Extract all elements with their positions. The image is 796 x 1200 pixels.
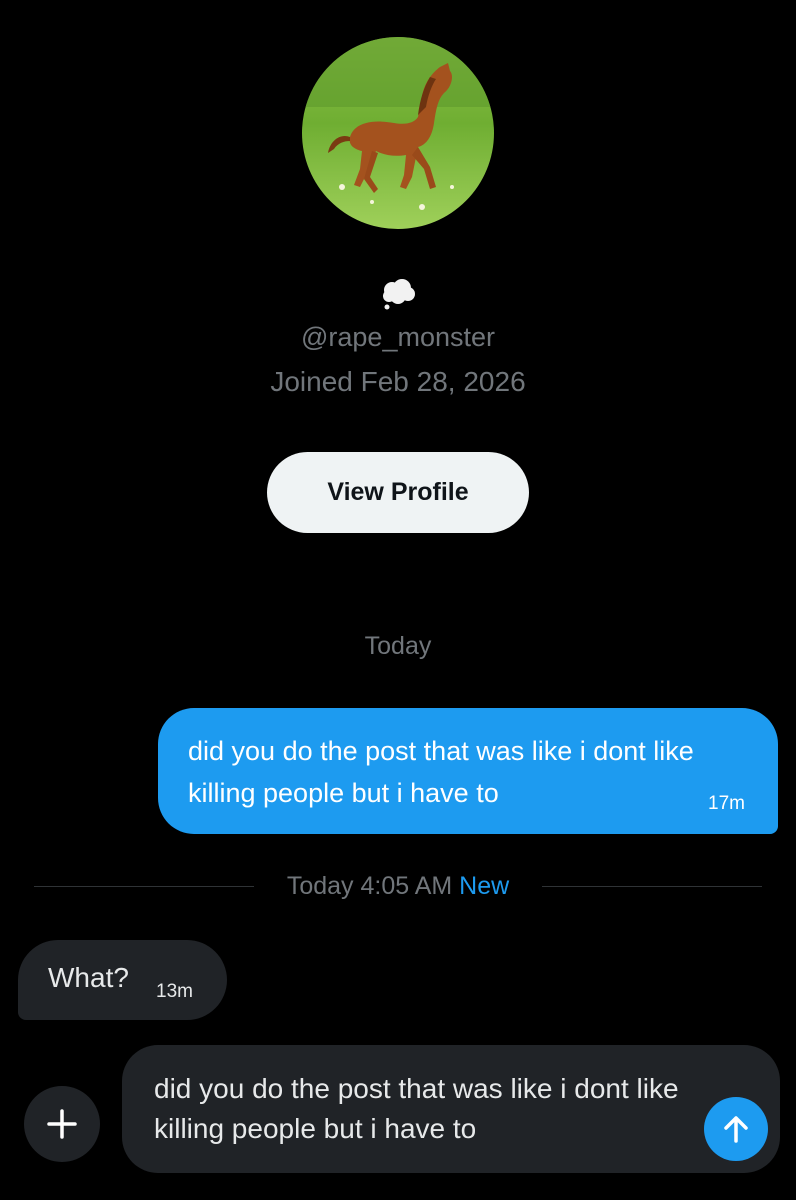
sent-message-text: did you do the post that was like i dont… bbox=[188, 736, 694, 808]
profile-handle: @rape_monster bbox=[301, 322, 495, 352]
received-message-text: What? bbox=[48, 962, 129, 993]
message-composer[interactable]: did you do the post that was like i dont… bbox=[122, 1045, 780, 1173]
received-message-bubble[interactable]: What? 13m bbox=[18, 940, 227, 1020]
sent-message-bubble[interactable]: did you do the post that was like i dont… bbox=[158, 708, 778, 834]
day-separator: Today bbox=[364, 632, 432, 660]
plus-icon bbox=[47, 1109, 77, 1139]
new-badge: New bbox=[459, 872, 510, 900]
send-button[interactable] bbox=[704, 1097, 768, 1161]
arrow-up-icon bbox=[724, 1116, 748, 1143]
received-message-time: 13m bbox=[156, 981, 193, 1002]
sent-message-time: 17m bbox=[708, 793, 745, 814]
view-profile-button[interactable]: View Profile bbox=[267, 452, 529, 533]
divider-timestamp: Today 4:05 AM bbox=[286, 872, 453, 900]
thought-balloon-icon bbox=[378, 278, 418, 312]
composer-input-text[interactable]: did you do the post that was like i dont… bbox=[154, 1069, 684, 1149]
add-attachment-button[interactable] bbox=[24, 1086, 100, 1162]
horse-avatar-image bbox=[302, 37, 494, 229]
profile-joined-date: Joined Feb 28, 2026 bbox=[270, 366, 526, 397]
profile-avatar[interactable] bbox=[302, 37, 494, 229]
new-messages-divider: Today 4:05 AM New bbox=[0, 872, 796, 901]
